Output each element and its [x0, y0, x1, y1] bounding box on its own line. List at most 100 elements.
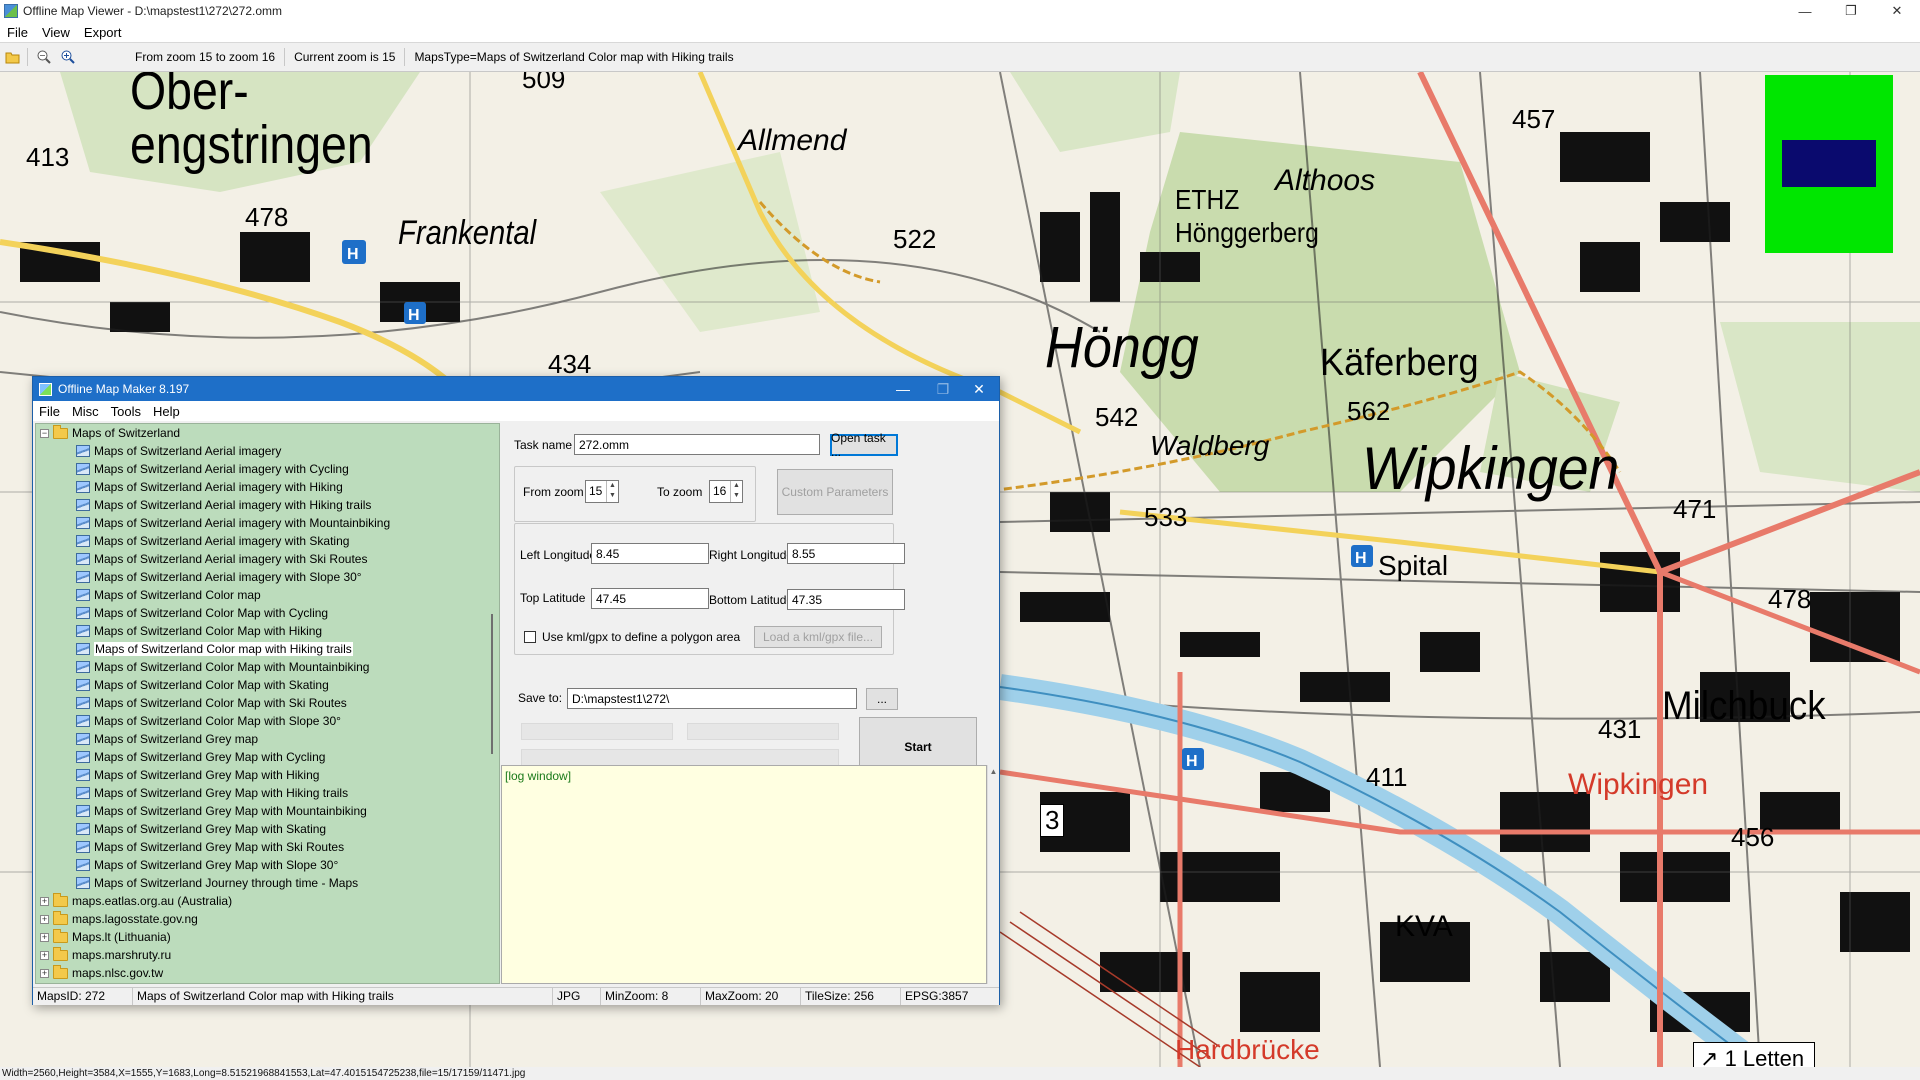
tree-item[interactable]: Maps of Switzerland Aerial imagery [36, 442, 499, 460]
tree-folder[interactable]: + maps.nlsc.gov.tw [36, 964, 499, 982]
from-zoom-stepper[interactable]: 15 ▲ ▼ [585, 480, 619, 503]
minimap[interactable] [1765, 75, 1893, 253]
tree-item[interactable]: Maps of Switzerland Grey Map with Hiking [36, 766, 499, 784]
map-label-spital: Spital [1378, 550, 1449, 581]
tree-item[interactable]: Maps of Switzerland Aerial imagery with … [36, 460, 499, 478]
toolbar-separator [284, 48, 286, 66]
tree-item[interactable]: Maps of Switzerland Color Map with Skati… [36, 676, 499, 694]
toolbar-separator [404, 48, 406, 66]
map-label-althoos: Althoos [1275, 164, 1376, 197]
height-label: 471 [1673, 494, 1717, 524]
tree-folder-label: maps.marshruty.ru [72, 948, 172, 962]
maximize-button[interactable]: ❐ [923, 377, 963, 401]
map-layer-icon [76, 481, 90, 493]
minimize-button[interactable]: — [1782, 0, 1828, 22]
map-layer-icon [76, 589, 90, 601]
scroll-up-icon[interactable]: ▲ [988, 767, 999, 776]
tree-item[interactable]: Maps of Switzerland Grey Map with Ski Ro… [36, 838, 499, 856]
height-label: 562 [1347, 396, 1391, 426]
minimap-viewport[interactable] [1782, 140, 1876, 187]
browse-button[interactable]: ... [866, 688, 898, 710]
tree-item[interactable]: Maps of Switzerland Journey through time… [36, 874, 499, 892]
map-layer-icon [76, 769, 90, 781]
menu-file[interactable]: File [33, 404, 66, 419]
tree-folder[interactable]: + maps.eatlas.org.au (Australia) [36, 892, 499, 910]
tree-item[interactable]: Maps of Switzerland Color Map with Ski R… [36, 694, 499, 712]
right-longitude-input[interactable] [787, 543, 905, 564]
height-label: 411 [1366, 762, 1408, 792]
tree-folder[interactable]: + maps.lagosstate.gov.ng [36, 910, 499, 928]
map-layer-icon [76, 697, 90, 709]
log-window[interactable]: [log window] [501, 765, 987, 984]
tree-item[interactable]: Maps of Switzerland Grey Map with Hiking… [36, 784, 499, 802]
top-latitude-input[interactable] [591, 588, 709, 609]
tree-item[interactable]: Maps of Switzerland Grey Map with Slope … [36, 856, 499, 874]
expand-icon[interactable]: + [40, 950, 49, 960]
tree-item[interactable]: Maps of Switzerland Color Map with Mount… [36, 658, 499, 676]
left-longitude-input[interactable] [591, 543, 709, 564]
zoom-in-icon[interactable] [57, 46, 79, 68]
zoom-out-icon[interactable] [33, 46, 55, 68]
progress-bar [521, 723, 673, 740]
menu-misc[interactable]: Misc [66, 404, 105, 419]
tree-item[interactable]: Maps of Switzerland Color Map with Hikin… [36, 622, 499, 640]
open-task-button[interactable]: Open task ... [830, 431, 898, 459]
expand-icon[interactable]: + [40, 914, 49, 924]
map-layer-icon [76, 661, 90, 673]
spinner-arrows-icon[interactable]: ▲ ▼ [606, 481, 618, 502]
map-source-tree[interactable]: − Maps of Switzerland Maps of Switzerlan… [35, 423, 500, 984]
tree-item[interactable]: Maps of Switzerland Aerial imagery with … [36, 568, 499, 586]
menu-help[interactable]: Help [147, 404, 186, 419]
tree-item[interactable]: Maps of Switzerland Aerial imagery with … [36, 532, 499, 550]
open-folder-icon[interactable] [2, 46, 24, 68]
tree-folder[interactable]: + Maps.lt (Lithuania) [36, 928, 499, 946]
minimize-button[interactable]: — [883, 377, 923, 401]
tree-item[interactable]: Maps of Switzerland Grey Map with Cyclin… [36, 748, 499, 766]
bottom-latitude-input[interactable] [787, 589, 905, 610]
custom-parameters-button[interactable]: Custom Parameters [777, 469, 893, 515]
bottom-latitude-label: Bottom Latitude [709, 593, 794, 607]
tree-item-label: Maps of Switzerland Grey Map with Mounta… [94, 804, 367, 818]
task-name-input[interactable] [574, 434, 820, 455]
kml-polygon-checkbox[interactable] [524, 631, 536, 643]
dialog-menubar: File Misc Tools Help [33, 401, 999, 421]
tree-folder[interactable]: + maps.marshruty.ru [36, 946, 499, 964]
from-zoom-value: 15 [589, 484, 603, 498]
tree-item[interactable]: Maps of Switzerland Aerial imagery with … [36, 478, 499, 496]
save-to-input[interactable] [567, 688, 857, 709]
expand-icon[interactable]: + [40, 968, 49, 978]
status-map-name: Maps of Switzerland Color map with Hikin… [133, 988, 553, 1005]
task-name-label: Task name [514, 438, 573, 452]
tree-item[interactable]: Maps of Switzerland Color Map with Slope… [36, 712, 499, 730]
tree-folder-maps-of-switzerland[interactable]: − Maps of Switzerland [36, 424, 499, 442]
menu-export[interactable]: Export [77, 25, 129, 40]
tree-item[interactable]: Maps of Switzerland Color map with Hikin… [36, 640, 499, 658]
tree-item[interactable]: Maps of Switzerland Grey Map with Skatin… [36, 820, 499, 838]
tree-item[interactable]: Maps of Switzerland Aerial imagery with … [36, 550, 499, 568]
to-zoom-stepper[interactable]: 16 ▲ ▼ [709, 480, 743, 503]
tree-item[interactable]: Maps of Switzerland Color map [36, 586, 499, 604]
kml-polygon-label: Use kml/gpx to define a polygon area [542, 630, 741, 644]
tree-item[interactable]: Maps of Switzerland Color Map with Cycli… [36, 604, 499, 622]
map-layer-icon [76, 553, 90, 565]
svg-text:H: H [347, 246, 359, 263]
tree-item[interactable]: Maps of Switzerland Aerial imagery with … [36, 496, 499, 514]
tree-item[interactable]: Maps of Switzerland Grey Map with Mounta… [36, 802, 499, 820]
menu-file[interactable]: File [0, 25, 35, 40]
log-scrollbar[interactable]: ▲ [987, 765, 999, 984]
menu-tools[interactable]: Tools [105, 404, 147, 419]
close-button[interactable]: ✕ [959, 377, 999, 401]
expand-icon[interactable]: + [40, 896, 49, 906]
maximize-button[interactable]: ❐ [1828, 0, 1874, 22]
tree-item[interactable]: Maps of Switzerland Aerial imagery with … [36, 514, 499, 532]
expand-icon[interactable]: + [40, 932, 49, 942]
scrollbar-thumb[interactable] [491, 614, 493, 754]
load-kml-button[interactable]: Load a kml/gpx file... [754, 626, 882, 648]
height-label: 542 [1095, 402, 1139, 432]
collapse-icon[interactable]: − [40, 428, 49, 438]
close-button[interactable]: ✕ [1874, 0, 1920, 22]
tree-item[interactable]: Maps of Switzerland Grey map [36, 730, 499, 748]
spinner-arrows-icon[interactable]: ▲ ▼ [730, 481, 742, 502]
map-layer-icon [76, 679, 90, 691]
menu-view[interactable]: View [35, 25, 77, 40]
